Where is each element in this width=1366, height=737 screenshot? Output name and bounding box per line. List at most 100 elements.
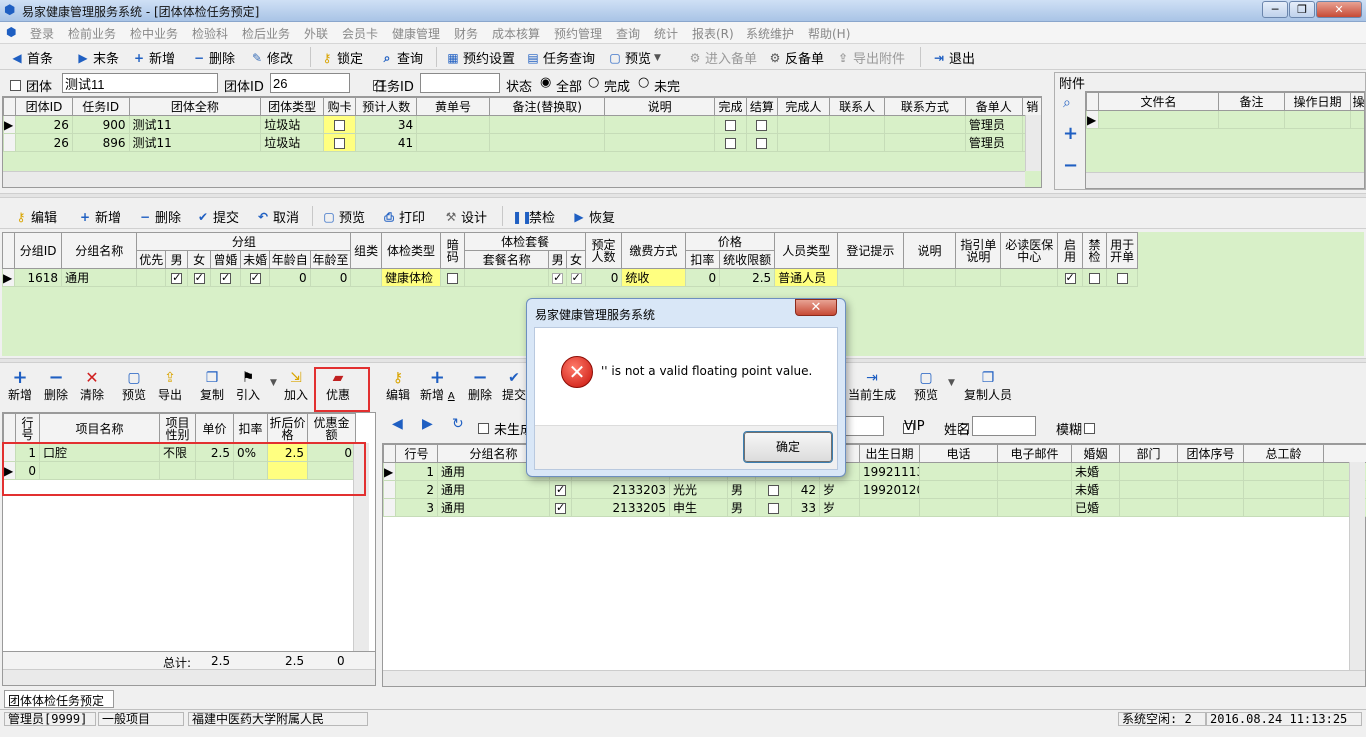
import-button[interactable]: ⚑ 引入 [236, 370, 260, 403]
enter-book-button[interactable]: ⚙ 进入备单 [688, 48, 757, 68]
cell-male[interactable] [164, 268, 189, 287]
preview-button[interactable]: ▢ 预览 [122, 370, 146, 403]
col-header[interactable]: 行号 [395, 444, 438, 463]
cell-enable[interactable] [1057, 268, 1083, 287]
cell-limit[interactable]: 2.5 [719, 268, 776, 287]
cell-marriage[interactable]: 已婚 [1071, 498, 1120, 517]
buy-card-checkbox[interactable] [334, 119, 346, 131]
cell-planned[interactable]: 0 [584, 268, 623, 287]
cell-email[interactable] [997, 498, 1072, 517]
female-checkbox[interactable] [193, 271, 205, 284]
table-row[interactable]: 26 896 测试11 垃圾站 41 管理员 [3, 133, 1041, 152]
cell-finisher[interactable] [776, 133, 831, 152]
cell-guide[interactable] [955, 268, 1002, 287]
col-header[interactable]: 完成 [713, 97, 748, 116]
col-header[interactable]: 团体全称 [128, 97, 262, 116]
cell-email[interactable] [997, 480, 1072, 499]
cell-booker[interactable]: 管理员 [964, 115, 1023, 134]
preview-button[interactable]: ▢ 预览 ▼ [608, 48, 661, 68]
cell-group-seq[interactable] [1177, 462, 1244, 481]
cell-age-unit[interactable]: 岁 [819, 498, 860, 517]
col-header[interactable]: 扣率 [684, 250, 721, 269]
cell-group-name[interactable]: 测试11 [128, 115, 262, 134]
first-button[interactable]: ◀ 首条 [10, 48, 53, 68]
cell-dark[interactable] [440, 268, 466, 287]
cell-phone[interactable] [919, 480, 998, 499]
task-query-button[interactable]: ▤ 任务查询 [526, 48, 595, 68]
cell-work-years[interactable] [1243, 462, 1324, 481]
table-row[interactable]: ▶ 26 900 测试11 垃圾站 34 管理员 [3, 115, 1041, 134]
cell-done[interactable] [713, 133, 748, 152]
cell-contact-way[interactable] [883, 115, 966, 134]
cell-row[interactable]: 1 [395, 462, 438, 481]
col-header[interactable]: 备注 [1218, 92, 1285, 111]
menu-reports[interactable]: 报表(R) [692, 25, 734, 42]
preview-button[interactable]: ▢ 预览 [914, 370, 938, 403]
col-header[interactable]: 优先 [136, 250, 166, 269]
cell-birth[interactable]: 19921113 [859, 462, 920, 481]
cell-subgroup-id[interactable]: 1618 [14, 268, 63, 287]
cell-age[interactable]: 33 [791, 498, 820, 517]
col-header[interactable]: 联系方式 [883, 97, 966, 116]
cell-check[interactable] [755, 498, 792, 517]
col-header[interactable]: 销 [1021, 97, 1041, 116]
splitter[interactable] [0, 193, 1366, 198]
menu-query[interactable]: 查询 [616, 25, 640, 42]
pkg-female-checkbox[interactable] [570, 271, 582, 284]
open-checkbox[interactable] [1116, 272, 1128, 284]
menu-in-exam[interactable]: 检中业务 [130, 25, 178, 42]
cell-female[interactable] [187, 268, 211, 287]
unmarried-checkbox[interactable] [249, 271, 261, 284]
cell-discount[interactable]: 0 [684, 268, 721, 287]
tab-group-booking[interactable]: 团体体检任务预定 [4, 690, 114, 708]
name-input[interactable] [972, 416, 1036, 436]
cell-group[interactable]: 通用 [437, 480, 550, 499]
col-header[interactable]: 人员类型 [774, 232, 839, 269]
edit-button[interactable]: ⚷ 编辑 [386, 370, 410, 403]
col-header[interactable]: 体检类型 [380, 232, 442, 269]
first-icon[interactable]: ◀ [392, 416, 403, 432]
refresh-icon[interactable]: ↻ [452, 416, 464, 432]
cell-contact-way[interactable] [883, 133, 966, 152]
enable-checkbox[interactable] [1064, 271, 1076, 284]
delete-button[interactable]: − 删除 [468, 369, 492, 403]
col-header[interactable]: 行号 [15, 413, 40, 444]
cell-birth[interactable] [859, 498, 920, 517]
cell-buy-card[interactable] [322, 115, 357, 134]
group-checkbox[interactable] [10, 80, 21, 91]
cell-date[interactable] [1284, 110, 1351, 129]
copy-button[interactable]: ❐ 复制 [200, 370, 224, 403]
done-checkbox[interactable] [725, 137, 736, 149]
cell-count[interactable]: 34 [355, 115, 418, 134]
cell-dept[interactable] [1119, 462, 1178, 481]
add-item-button[interactable]: + 新增 [8, 369, 32, 403]
cell-marriage[interactable]: 未婚 [1071, 480, 1120, 499]
table-row[interactable]: ▶ [1086, 110, 1364, 129]
col-header[interactable]: 启用 [1057, 232, 1083, 269]
current-gen-button[interactable]: ⇥ 当前生成 [848, 370, 896, 403]
cell-contact[interactable] [829, 133, 885, 152]
cell-pkg-female[interactable] [566, 268, 586, 287]
cell-remark[interactable] [489, 133, 606, 152]
cell-group-type[interactable]: 垃圾站 [260, 133, 324, 152]
cell-done[interactable] [713, 115, 748, 134]
cell-row[interactable]: 3 [395, 498, 438, 517]
cell-exam-type[interactable]: 健康体检 [380, 268, 442, 287]
buy-card-checkbox[interactable] [334, 137, 346, 149]
col-header[interactable]: 必读医保中心 [1000, 232, 1059, 269]
cell-open[interactable] [1106, 268, 1138, 287]
minus-icon[interactable]: − [1063, 155, 1078, 176]
cell-dept[interactable] [1119, 498, 1178, 517]
col-header[interactable]: 男 [547, 250, 568, 269]
menu-booking[interactable]: 预约管理 [554, 25, 602, 42]
col-header[interactable]: 女 [566, 250, 586, 269]
menu-post-exam[interactable]: 检后业务 [242, 25, 290, 42]
row-checkbox[interactable] [768, 484, 779, 496]
col-header[interactable]: 统收限额 [719, 250, 776, 269]
cell-settle[interactable] [746, 133, 778, 152]
col-header[interactable]: 备注(替换取) [489, 97, 606, 116]
col-header[interactable]: 曾婚 [209, 250, 242, 269]
last-icon[interactable]: ▶ [422, 416, 433, 432]
fuzzy-checkbox[interactable] [1084, 423, 1096, 434]
col-header[interactable]: 年龄自 [268, 250, 311, 269]
